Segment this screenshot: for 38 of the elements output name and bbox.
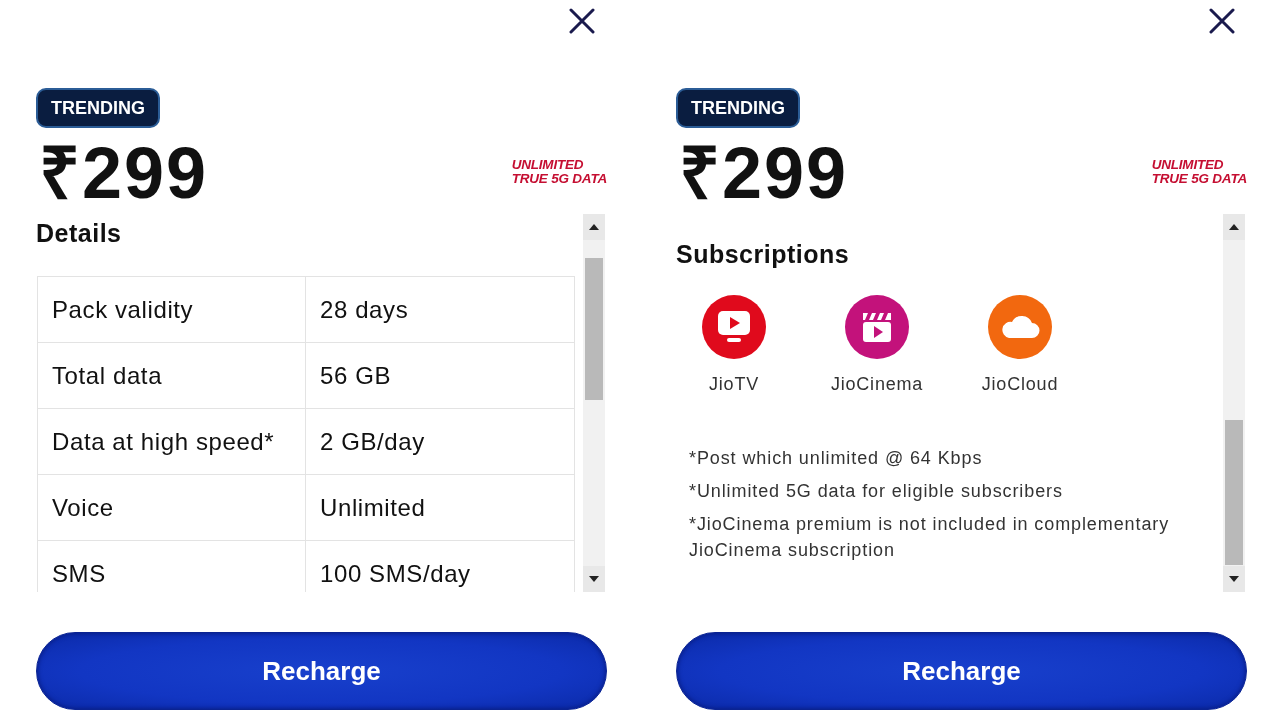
section-heading: Subscriptions xyxy=(676,240,851,268)
tv-icon[interactable] xyxy=(702,295,766,359)
scrollbar-track[interactable] xyxy=(583,214,605,592)
scrollbar-thumb[interactable] xyxy=(585,258,603,400)
clapperboard-icon[interactable] xyxy=(845,295,909,359)
app-name: JioCloud xyxy=(981,373,1059,395)
table-cell: Total data xyxy=(37,342,306,409)
table-cell: Data at high speed* xyxy=(37,408,306,475)
scrollbar-thumb[interactable] xyxy=(1225,420,1243,565)
recharge-button[interactable]: Recharge xyxy=(676,632,1247,710)
data-tagline: UNLIMITED TRUE 5G DATA xyxy=(511,158,607,186)
plan-price: ₹299 xyxy=(39,141,209,205)
footnote: *JioCinema premium is not included in complementary JioCinema subscription xyxy=(689,513,1171,562)
close-icon[interactable] xyxy=(1209,8,1235,34)
app-name: JioCinema xyxy=(830,373,924,395)
cloud-icon[interactable] xyxy=(988,295,1052,359)
scrollbar-track[interactable] xyxy=(1223,214,1245,592)
table-cell: SMS xyxy=(37,540,306,592)
trending-badge: TRENDING xyxy=(36,88,160,128)
section-heading: Details xyxy=(36,219,123,247)
scroll-up-icon[interactable] xyxy=(583,214,605,240)
table-cell: 28 days xyxy=(305,276,575,343)
footnote: *Unlimited 5G data for eligible subscribers xyxy=(689,480,1064,503)
table-cell: 56 GB xyxy=(305,342,575,409)
trending-badge: TRENDING xyxy=(676,88,800,128)
footnote: *Post which unlimited @ 64 Kbps xyxy=(689,447,984,470)
table-cell: Voice xyxy=(37,474,306,541)
table-cell: Unlimited xyxy=(305,474,575,541)
data-tagline: UNLIMITED TRUE 5G DATA xyxy=(1151,158,1247,186)
plan-price: ₹299 xyxy=(679,141,849,205)
close-icon[interactable] xyxy=(569,8,595,34)
table-cell: Pack validity xyxy=(37,276,306,343)
recharge-button[interactable]: Recharge xyxy=(36,632,607,710)
scroll-down-icon[interactable] xyxy=(583,566,605,592)
scroll-down-icon[interactable] xyxy=(1223,566,1245,592)
scroll-up-icon[interactable] xyxy=(1223,214,1245,240)
table-cell: 2 GB/day xyxy=(305,408,575,475)
app-name: JioTV xyxy=(709,373,759,395)
